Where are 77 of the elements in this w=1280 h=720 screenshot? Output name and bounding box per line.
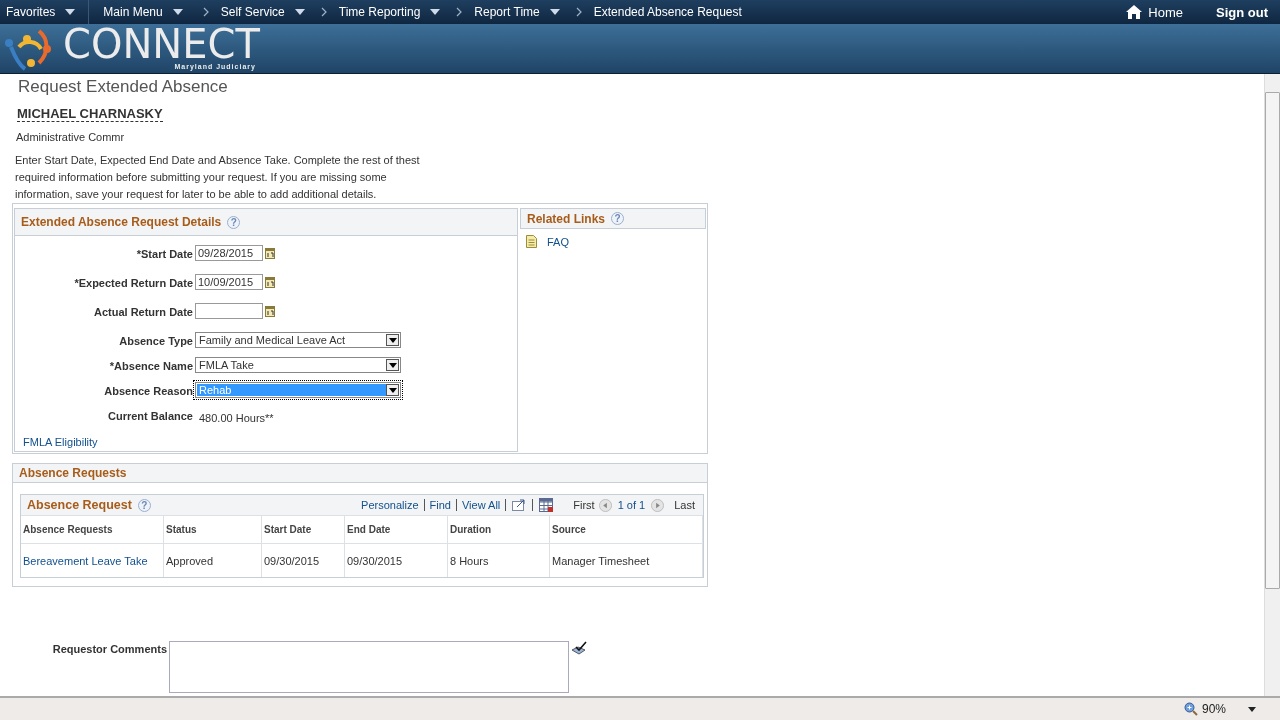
caret-icon[interactable] <box>549 9 560 15</box>
next-icon[interactable] <box>651 498 665 512</box>
comments-field[interactable] <box>169 641 569 693</box>
field-label: Actual Return Date <box>92 305 193 320</box>
employee-name: MICHAEL CHARNASKY <box>17 106 163 122</box>
field-label: *Absence Name <box>108 359 193 374</box>
related-link[interactable]: FAQ <box>547 235 569 248</box>
document-icon <box>526 235 537 248</box>
field-label: Absence Type <box>118 334 193 349</box>
field-label: Current Balance <box>107 409 193 424</box>
column-header[interactable]: Duration <box>447 516 550 544</box>
field-label: *Start Date <box>135 247 193 262</box>
vertical-scrollbar[interactable] <box>1264 74 1280 696</box>
fmla-eligibility-link[interactable]: FMLA Eligibility <box>23 436 98 448</box>
caret-icon[interactable] <box>430 9 441 15</box>
caret-icon[interactable] <box>172 9 183 15</box>
dropdown-field[interactable]: Family and Medical Leave Act <box>195 332 401 348</box>
spell-check-icon[interactable] <box>571 641 587 655</box>
logo-text: CONNECT <box>63 26 260 62</box>
zoom-level[interactable]: 90% <box>1201 702 1226 716</box>
field-label: *Expected Return Date <box>73 276 193 291</box>
column-header[interactable]: Absence Requests <box>21 516 164 544</box>
caret-icon[interactable] <box>1248 706 1256 712</box>
absence-link[interactable]: Bereavement Leave Take <box>21 543 164 577</box>
pager-range: 1 of 1 <box>617 499 646 511</box>
nav-menu-item[interactable]: Self Service <box>210 5 315 19</box>
job-title: Administrative Commr <box>16 131 126 143</box>
date-field[interactable] <box>195 303 263 319</box>
chevron-icon <box>320 7 327 17</box>
nav-menu-item[interactable]: Time Reporting <box>328 5 451 19</box>
column-header[interactable]: Status <box>163 516 262 544</box>
chevron-icon <box>456 7 463 17</box>
table-cell: 09/30/2015 <box>344 543 448 577</box>
field-label: Absence Reason <box>103 384 193 399</box>
new-window-icon[interactable] <box>512 499 527 511</box>
previous-icon[interactable] <box>598 498 612 512</box>
caret-icon[interactable] <box>388 337 397 343</box>
pager-first[interactable]: First <box>573 499 595 511</box>
column-header[interactable]: Start Date <box>261 516 345 544</box>
date-field[interactable]: 09/28/2015 <box>195 245 263 261</box>
calendar-icon[interactable] <box>265 276 275 288</box>
home-link[interactable]: Home <box>1148 4 1183 20</box>
home-icon[interactable] <box>1126 5 1143 19</box>
calendar-icon[interactable] <box>265 247 275 259</box>
chevron-icon <box>202 7 209 17</box>
grid-toolbar-link[interactable]: Personalize <box>361 499 419 511</box>
field-value: 480.00 Hours** <box>198 411 274 426</box>
sign-out-link[interactable]: Sign out <box>1216 4 1268 20</box>
date-field[interactable]: 10/09/2015 <box>195 274 263 290</box>
table-cell: Manager Timesheet <box>549 543 703 577</box>
caret-icon[interactable] <box>294 9 305 15</box>
pager-last[interactable]: Last <box>674 499 695 511</box>
panel-title: Extended Absence Request Details <box>21 215 222 229</box>
grid-title: Absence Request <box>27 498 132 512</box>
caret-icon[interactable] <box>65 9 76 15</box>
spreadsheet-icon[interactable] <box>539 498 554 512</box>
column-header[interactable]: End Date <box>344 516 448 544</box>
panel-title: Related Links <box>527 211 606 226</box>
table-cell: Approved <box>163 543 262 577</box>
section-title: Absence Requests <box>19 466 127 480</box>
zoom-icon[interactable] <box>1183 702 1198 716</box>
grid-toolbar-link[interactable]: View All <box>461 499 501 511</box>
grid-toolbar-link[interactable]: Find <box>429 499 451 511</box>
caret-icon[interactable] <box>388 362 397 368</box>
calendar-icon[interactable] <box>265 305 275 317</box>
nav-menu-item[interactable]: Report Time <box>464 5 570 19</box>
table-cell: 09/30/2015 <box>261 543 345 577</box>
instructions-text: Enter Start Date, Expected End Date and Absence Take. Complete the rest of thest required information before submitting your request. If you are missing some information, save your request for later to be able to add additional details. <box>15 153 421 202</box>
nav-menu-item[interactable]: Extended Absence Request <box>583 5 752 19</box>
chevron-icon <box>575 7 582 17</box>
dropdown-field[interactable]: FMLA Take <box>195 357 401 373</box>
page-title: Request Extended Absence <box>18 77 229 97</box>
column-header[interactable]: Source <box>549 516 703 544</box>
table-cell: 8 Hours <box>447 543 550 577</box>
caret-icon[interactable] <box>388 387 397 393</box>
field-label: Requestor Comments <box>52 643 167 655</box>
nav-menu-item[interactable]: Main Menu <box>89 5 197 19</box>
